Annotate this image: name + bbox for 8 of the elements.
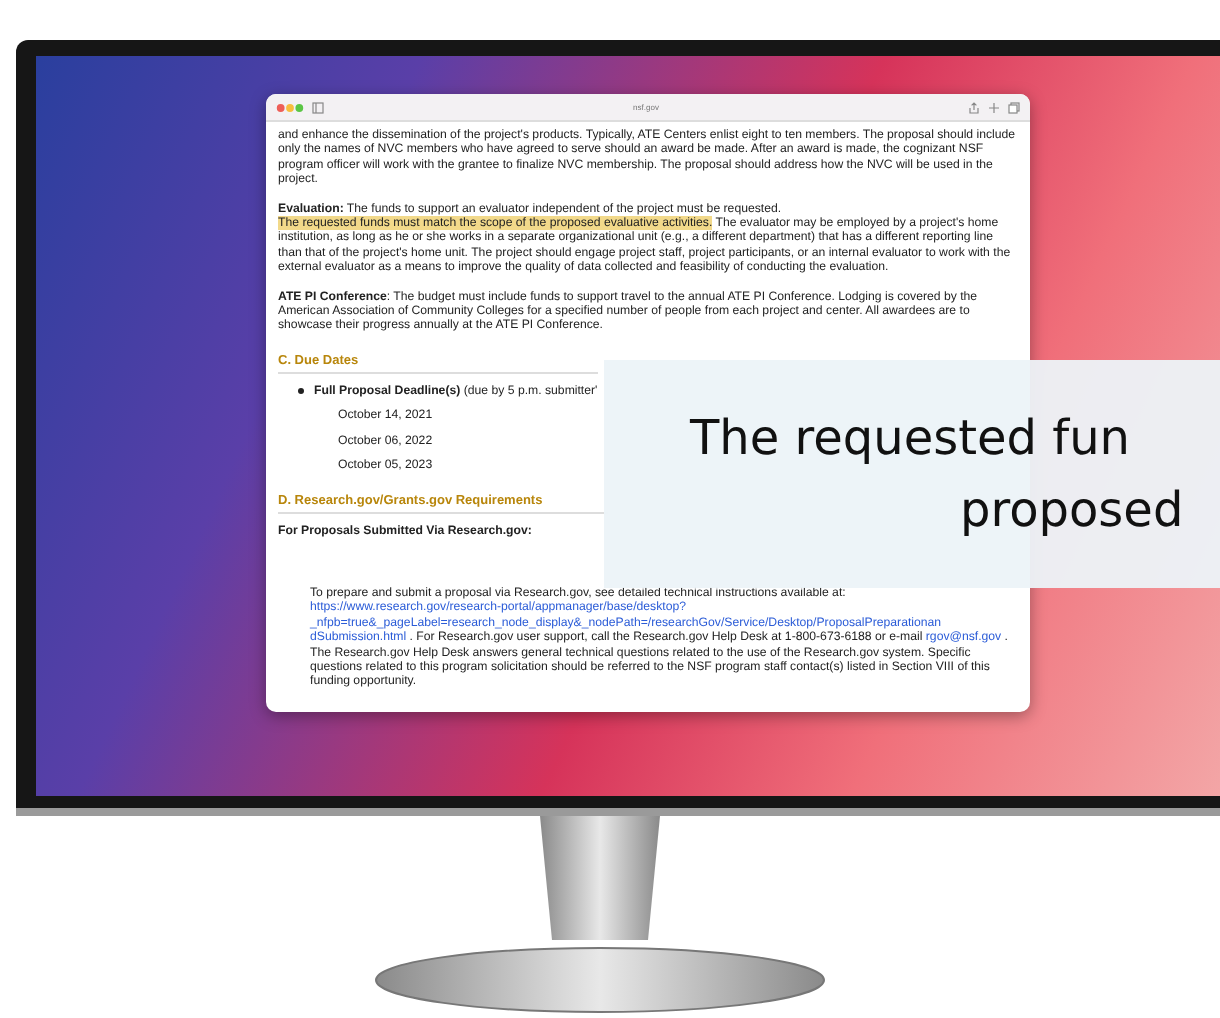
window-controls-icon[interactable] (276, 101, 304, 113)
plus-icon[interactable] (988, 101, 1000, 113)
share-icon[interactable] (968, 101, 980, 113)
tabs-icon[interactable] (1008, 101, 1020, 113)
callout-text: proposed (960, 480, 1184, 542)
callout-text: The requested fun (690, 408, 1130, 470)
sidebar-icon[interactable] (312, 101, 324, 113)
bullet-icon (298, 388, 304, 395)
